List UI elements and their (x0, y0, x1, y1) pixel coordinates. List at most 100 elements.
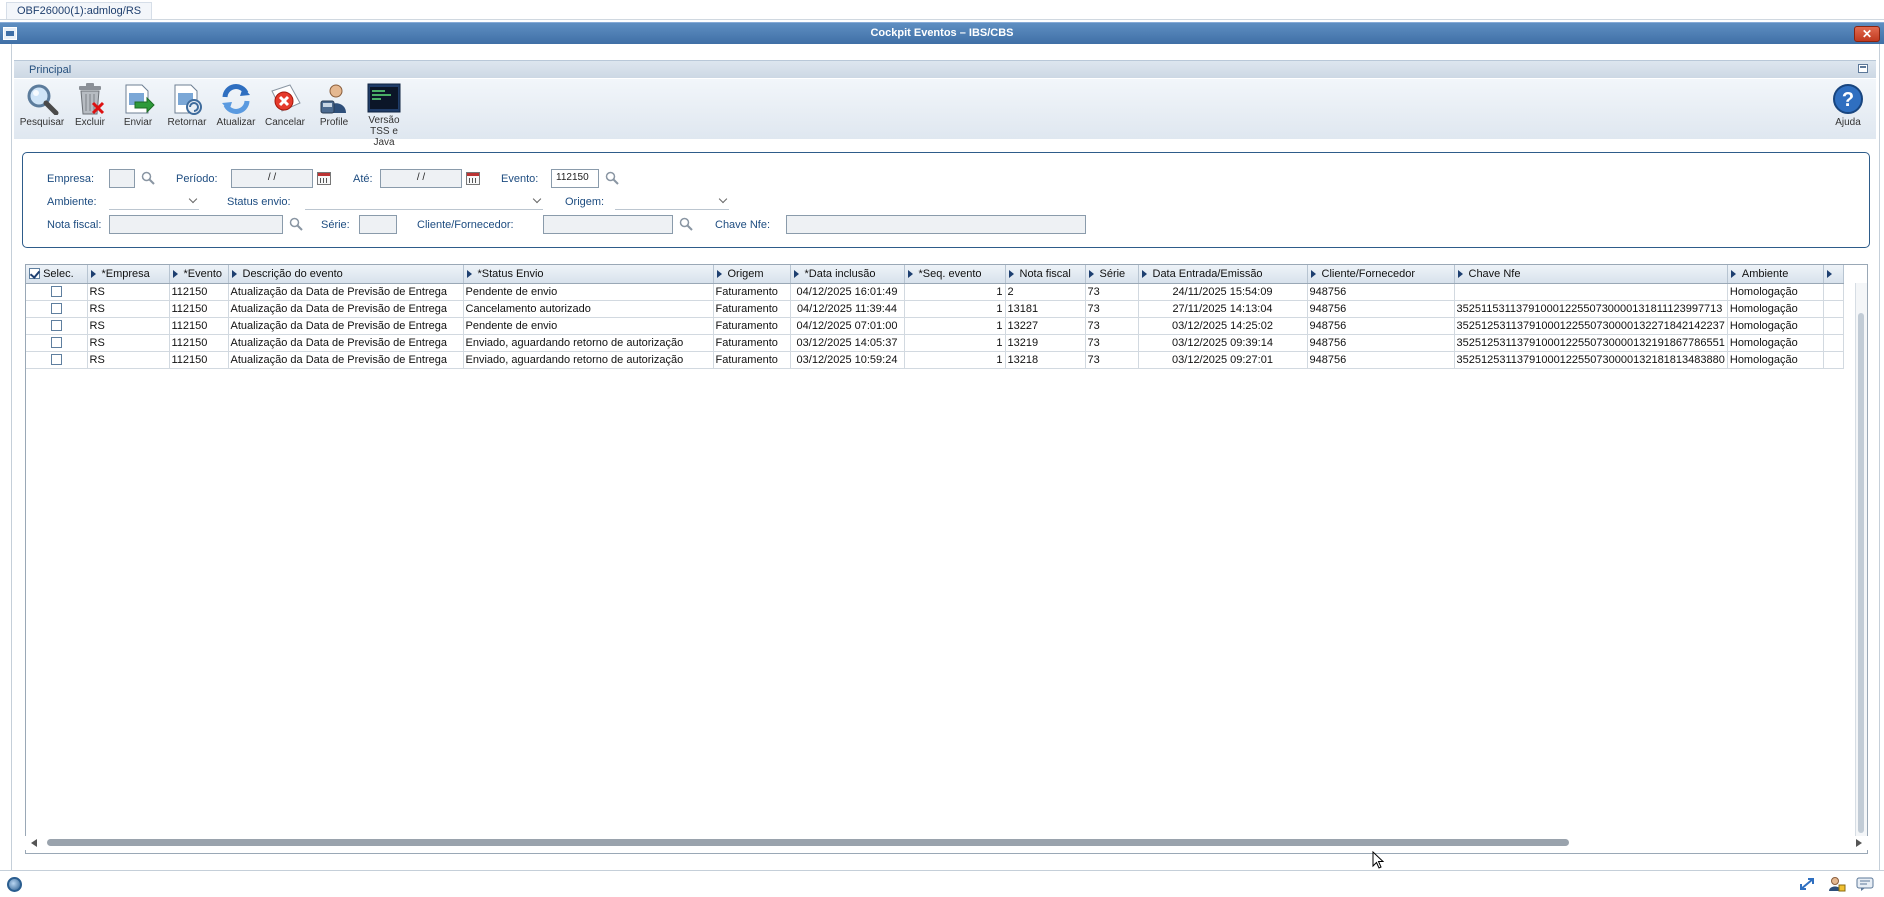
cell-empresa: RS (87, 300, 170, 318)
atualizar-button[interactable]: Atualizar (212, 81, 260, 137)
table-row[interactable]: RS 112150 Atualização da Data de Previsã… (26, 283, 1844, 301)
enviar-button[interactable]: Enviar (114, 81, 162, 137)
empresa-lookup-icon[interactable] (141, 171, 155, 185)
evento-field[interactable]: 112150 (551, 169, 599, 188)
table-row[interactable]: RS 112150 Atualização da Data de Previsã… (26, 351, 1844, 369)
col-data-entrada[interactable]: Data Entrada/Emissão (1138, 265, 1308, 284)
col-selec[interactable]: Selec. (26, 265, 88, 284)
col-origem[interactable]: Origem (713, 265, 791, 284)
cell-descricao: Atualização da Data de Previsão de Entre… (228, 300, 464, 318)
toolbar: Pesquisar Excluir Enviar Retornar Atuali… (14, 79, 1876, 148)
status-envio-select[interactable] (305, 193, 543, 210)
periodo-calendar-icon[interactable] (317, 172, 331, 185)
excluir-button[interactable]: Excluir (66, 81, 114, 137)
col-more[interactable] (1823, 265, 1844, 284)
row-select-cell[interactable] (26, 317, 88, 335)
profile-button[interactable]: Profile (310, 81, 358, 137)
row-select-cell[interactable] (26, 351, 88, 369)
nota-fiscal-field[interactable] (109, 215, 283, 234)
table-row[interactable]: RS 112150 Atualização da Data de Previsã… (26, 300, 1844, 318)
col-seq-evento[interactable]: *Seq. evento (904, 265, 1006, 284)
cell-empresa: RS (87, 317, 170, 335)
scroll-right-arrow-icon[interactable] (1856, 839, 1862, 847)
return-document-icon (174, 84, 202, 115)
retornar-button[interactable]: Retornar (163, 81, 211, 137)
col-ambiente[interactable]: Ambiente (1727, 265, 1824, 284)
serie-field[interactable] (359, 215, 397, 234)
nota-fiscal-lookup-icon[interactable] (289, 217, 303, 231)
user-settings-icon[interactable] (1828, 876, 1846, 892)
ate-field[interactable]: / / (380, 169, 462, 188)
vertical-scroll-thumb[interactable] (1858, 313, 1864, 833)
cliente-fornecedor-field[interactable] (543, 215, 673, 234)
horizontal-scroll-thumb[interactable] (47, 839, 1569, 846)
origem-select[interactable] (615, 193, 729, 210)
ate-calendar-icon[interactable] (466, 172, 480, 185)
cell-cliente-fornecedor: 948756 (1307, 334, 1455, 352)
versao-button[interactable]: Versão TSS e Java (360, 81, 408, 148)
cell-evento: 112150 (169, 334, 229, 352)
frame-left-edge (0, 44, 12, 870)
evento-lookup-icon[interactable] (605, 171, 619, 185)
globe-icon[interactable] (7, 877, 22, 892)
col-chave-nfe[interactable]: Chave Nfe (1454, 265, 1728, 284)
sort-arrow-icon (231, 269, 237, 278)
table-row[interactable]: RS 112150 Atualização da Data de Previsã… (26, 317, 1844, 335)
periodo-field[interactable]: / / (231, 169, 313, 188)
cell-data-inclusao: 04/12/2025 16:01:49 (790, 283, 905, 301)
row-checkbox[interactable] (50, 337, 62, 349)
col-status-envio[interactable]: *Status Envio (463, 265, 714, 284)
col-evento[interactable]: *Evento (169, 265, 229, 284)
status-bar (0, 870, 1884, 897)
cliente-fornecedor-label: Cliente/Fornecedor: (417, 219, 514, 231)
table-row[interactable]: RS 112150 Atualização da Data de Previsã… (26, 334, 1844, 352)
sort-arrow-icon (1008, 269, 1014, 278)
row-select-cell[interactable] (26, 334, 88, 352)
vertical-scrollbar[interactable] (1855, 283, 1867, 838)
scroll-left-arrow-icon[interactable] (31, 839, 37, 847)
col-serie[interactable]: Série (1085, 265, 1139, 284)
col-data-inclusao[interactable]: *Data inclusão (790, 265, 905, 284)
cell-nota-fiscal: 13219 (1005, 334, 1086, 352)
frame-right-edge (1879, 44, 1884, 870)
col-cliente-fornecedor[interactable]: Cliente/Fornecedor (1307, 265, 1455, 284)
message-icon[interactable] (1856, 876, 1874, 892)
ambiente-label: Ambiente: (47, 196, 97, 208)
select-all-checkbox[interactable] (29, 268, 40, 280)
retornar-label: Retornar (167, 117, 207, 128)
row-checkbox[interactable] (50, 303, 62, 315)
collapse-section-icon[interactable] (1858, 64, 1868, 73)
versao-label-line2: TSS e Java (370, 126, 398, 148)
row-select-cell[interactable] (26, 283, 88, 301)
row-select-cell[interactable] (26, 300, 88, 318)
cell-ambiente: Homologação (1727, 351, 1824, 369)
program-tab[interactable]: OBF26000(1):admlog/RS (6, 2, 153, 19)
ambiente-select[interactable] (109, 193, 199, 210)
events-grid: Selec. *Empresa *Evento Descrição do eve… (25, 264, 1868, 854)
col-selec-label: Selec. (43, 267, 74, 280)
chave-nfe-field[interactable] (786, 215, 1086, 234)
sort-arrow-icon (172, 269, 178, 278)
col-seq-evento-label: *Seq. evento (918, 267, 982, 280)
cliente-lookup-icon[interactable] (679, 217, 693, 231)
row-checkbox[interactable] (50, 354, 62, 366)
resize-icon[interactable] (1798, 876, 1816, 892)
cell-origem: Faturamento (713, 334, 791, 352)
col-nota-fiscal[interactable]: Nota fiscal (1005, 265, 1086, 284)
col-descricao[interactable]: Descrição do evento (228, 265, 464, 284)
col-empresa[interactable]: *Empresa (87, 265, 170, 284)
empresa-field[interactable] (109, 169, 135, 188)
cancelar-button[interactable]: Cancelar (261, 81, 309, 137)
row-checkbox[interactable] (50, 320, 62, 332)
horizontal-scrollbar[interactable] (25, 836, 1868, 850)
top-tabbar: OBF26000(1):admlog/RS (0, 0, 1884, 20)
cell-data-entrada: 24/11/2025 15:54:09 (1138, 283, 1308, 301)
chevron-down-icon (718, 194, 728, 204)
cell-evento: 112150 (169, 351, 229, 369)
row-checkbox[interactable] (50, 286, 62, 298)
main-content: Principal Pesquisar Excluir Enviar Retor… (14, 46, 1876, 868)
pesquisar-button[interactable]: Pesquisar (18, 81, 66, 137)
cell-evento: 112150 (169, 283, 229, 301)
close-window-button[interactable]: ✕ (1854, 26, 1880, 42)
ajuda-button[interactable]: ? Ajuda (1828, 81, 1868, 137)
